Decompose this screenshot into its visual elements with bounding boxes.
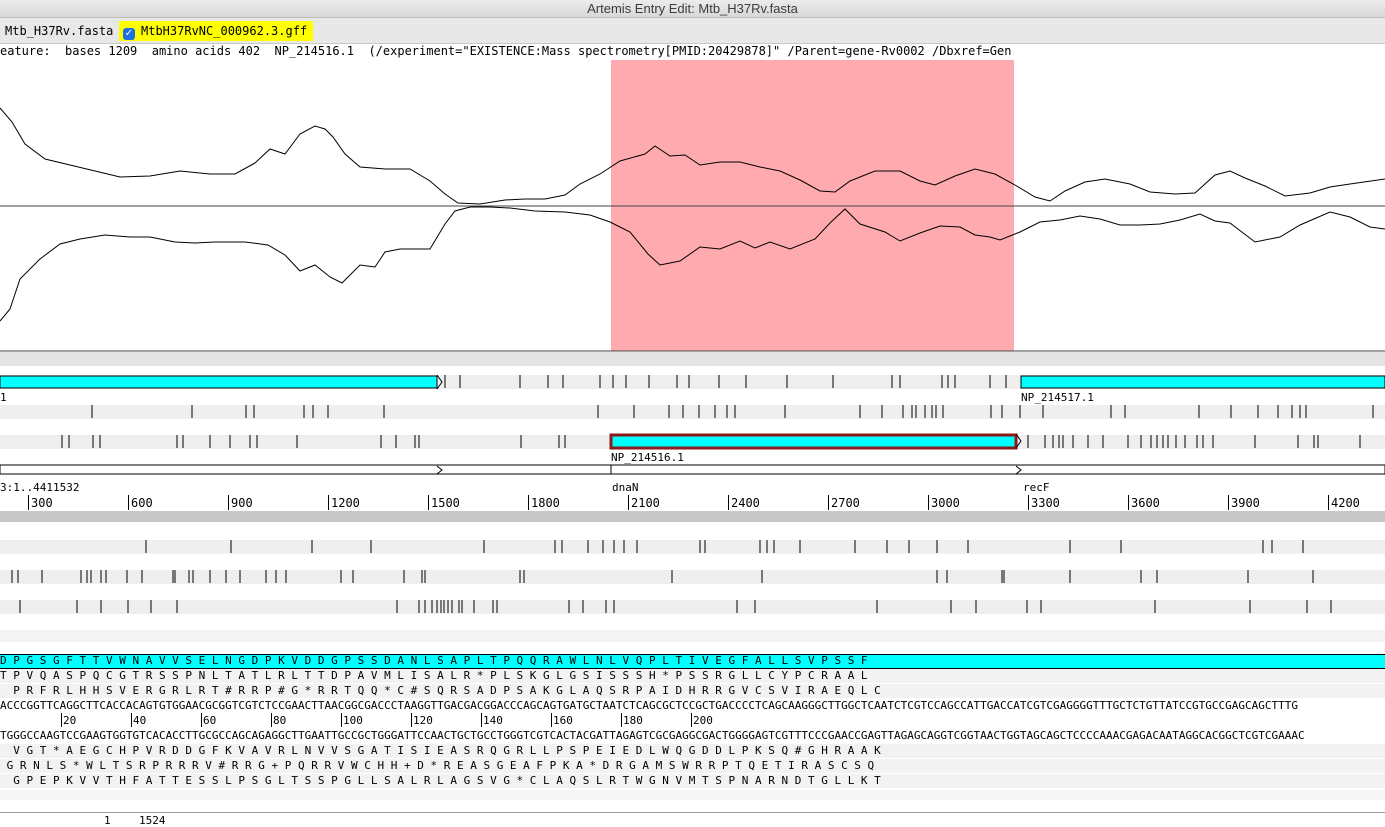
ruler-tick: 2700	[828, 495, 860, 510]
ruler-tick: 3300	[1028, 495, 1060, 510]
gc-skew-graph[interactable]	[0, 59, 1385, 352]
ruler-tick: 2400	[728, 495, 760, 510]
dna-forward-strand[interactable]: ACCCGGTTCAGGCTTCACCACAGTGTGGAACGCGGTCGTC…	[0, 699, 1385, 713]
position-tick: 20	[61, 713, 77, 727]
position-tick: 140	[481, 713, 503, 727]
strand-separator	[0, 511, 1385, 522]
translation-highlight-row: D P G S G F T T V W N A V V S E L N G D …	[0, 654, 1385, 669]
coordinate-ruler: 300 600 900 1200 1500 1800 2100 2400 2700 3000 330…	[0, 495, 1385, 511]
entry-tab-fasta[interactable]: Mtb_H37Rv.fasta	[5, 21, 113, 41]
ruler-tick: 3900	[1228, 495, 1260, 510]
feature-label-left: 1	[0, 391, 7, 404]
feature-label-np-214517: NP_214517.1	[1021, 391, 1094, 404]
position-tick: 40	[131, 713, 147, 727]
ruler-tick: 2100	[628, 495, 660, 510]
rev-feature-row	[0, 630, 1385, 642]
position-tick: 200	[691, 713, 713, 727]
ruler-tick: 1200	[328, 495, 360, 510]
translation-forward-1[interactable]: D P G S G F T T V W N A V V S E L N G D …	[0, 654, 1385, 668]
position-tick: 120	[411, 713, 433, 727]
position-tick: 160	[551, 713, 573, 727]
entry-bar: Mtb_H37Rv.fasta ✓ MtbH37RvNC_000962.3.gff	[0, 18, 1385, 44]
gene-row	[0, 464, 1385, 475]
gene-label-recF: recF	[1023, 481, 1050, 494]
translation-reverse-3[interactable]: G P E P K V V T H F A T T E S S L P S G …	[0, 774, 1385, 788]
position-tick: 100	[341, 713, 363, 727]
forward-feature-track[interactable]	[0, 366, 1385, 506]
position-tick: 180	[621, 713, 643, 727]
entry-label: MtbH37RvNC_000962.3.gff	[141, 24, 308, 38]
translation-reverse-2[interactable]: G R N L S * W L T S R P R R R V # R R G …	[0, 759, 1385, 773]
entry-tab-gff[interactable]: ✓ MtbH37RvNC_000962.3.gff	[119, 21, 314, 41]
status-start-base: 1	[104, 814, 111, 827]
selected-feature-info: eature: bases 1209 amino acids 402 NP_21…	[0, 44, 1012, 58]
sequence-range-label: 3:1..4411532	[0, 481, 80, 494]
translation-forward-2[interactable]: T P V Q A S P Q C G T R S S P N L T A T …	[0, 669, 1385, 683]
feature-arrow-icon	[436, 374, 443, 390]
feature-np-214516-selected[interactable]	[609, 433, 1018, 450]
graph-separator	[0, 352, 1385, 366]
ruler-tick: 900	[228, 495, 253, 510]
feature-np-214517[interactable]	[1020, 375, 1385, 389]
feature-rv0001[interactable]	[0, 375, 438, 389]
ruler-tick: 1500	[428, 495, 460, 510]
feature-label-np-214516: NP_214516.1	[611, 451, 684, 464]
ruler-tick: 3000	[928, 495, 960, 510]
entry-label: Mtb_H37Rv.fasta	[5, 24, 114, 38]
dna-reverse-strand[interactable]: TGGGCCAAGTCCGAAGTGGTGTCACACCTTGCGCCAGCAG…	[0, 729, 1385, 743]
translation-reverse-1[interactable]: V G T * A E G C H P V R D D G F K V A V …	[0, 744, 1385, 758]
gene-label-dnaN: dnaN	[612, 481, 639, 494]
checkbox-icon[interactable]: ✓	[123, 28, 135, 40]
ruler-tick: 3600	[1128, 495, 1160, 510]
position-tick: 60	[201, 713, 217, 727]
stop-codon-marks	[11, 540, 1332, 613]
ruler-tick: 300	[28, 495, 53, 510]
status-divider	[0, 812, 1385, 813]
reverse-feature-track[interactable]	[0, 536, 1385, 620]
ruler-tick: 600	[128, 495, 153, 510]
ruler-tick: 4200	[1328, 495, 1360, 510]
bases-spacer	[0, 790, 1385, 800]
ruler-tick: 1800	[528, 495, 560, 510]
base-position-ruler: 20 40 60 80 100 120 140 160 180 200	[0, 713, 1385, 729]
translation-forward-3[interactable]: P R F R L H H S V E R G R L R T # R R P …	[0, 684, 1385, 698]
window-title: Artemis Entry Edit: Mtb_H37Rv.fasta	[0, 0, 1385, 18]
position-tick: 80	[271, 713, 287, 727]
status-end-base: 1524	[139, 814, 166, 827]
